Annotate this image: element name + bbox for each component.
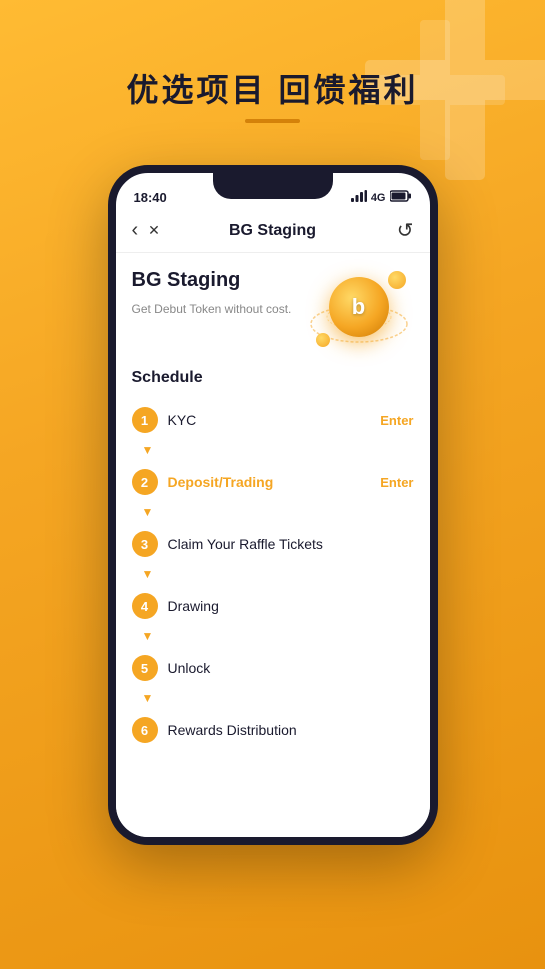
connector-1: ▼	[132, 441, 414, 459]
step-label-4: Drawing	[168, 598, 219, 614]
arrow-down-icon-4: ▼	[142, 629, 154, 643]
hero-left: BG Staging Get Debut Token without cost.	[132, 269, 304, 318]
battery-icon	[390, 190, 412, 205]
arrow-down-icon-5: ▼	[142, 691, 154, 705]
coin-main: b	[329, 277, 389, 337]
status-right-icons: 4G	[351, 190, 412, 205]
content-area: BG Staging Get Debut Token without cost.	[116, 253, 430, 837]
step-enter-1[interactable]: Enter	[380, 413, 413, 428]
schedule-list: 1 KYC Enter ▼ 2 Deposit/Trading Enter ▼ 3 Claim Y…	[132, 399, 414, 751]
step-left-3: 3 Claim Your Raffle Tickets	[132, 531, 323, 557]
schedule-row-1[interactable]: 1 KYC Enter	[132, 399, 414, 441]
arrow-down-icon-2: ▼	[142, 505, 154, 519]
step-number-6: 6	[132, 717, 158, 743]
hero-subtitle: Get Debut Token without cost.	[132, 300, 292, 318]
arrow-down-icon-1: ▼	[142, 443, 154, 457]
phone-mockup: 18:40 4G	[108, 165, 438, 845]
hero-title: BG Staging	[132, 269, 304, 292]
step-number-2: 2	[132, 469, 158, 495]
schedule-row-3: 3 Claim Your Raffle Tickets	[132, 523, 414, 565]
step-left-2: 2 Deposit/Trading	[132, 469, 274, 495]
coin-small-2	[316, 333, 330, 347]
connector-3: ▼	[132, 565, 414, 583]
step-label-2: Deposit/Trading	[168, 474, 274, 490]
hero-section: BG Staging Get Debut Token without cost.	[132, 269, 414, 359]
schedule-row-6: 6 Rewards Distribution	[132, 709, 414, 751]
schedule-item: 3 Claim Your Raffle Tickets ▼	[132, 523, 414, 583]
step-number-5: 5	[132, 655, 158, 681]
schedule-item: 5 Unlock ▼	[132, 647, 414, 707]
step-enter-2[interactable]: Enter	[380, 475, 413, 490]
phone-screen: 18:40 4G	[108, 165, 438, 845]
step-number-3: 3	[132, 531, 158, 557]
phone-notch	[213, 173, 333, 199]
step-left-6: 6 Rewards Distribution	[132, 717, 297, 743]
connector-4: ▼	[132, 627, 414, 645]
top-heading-wrapper: 优选项目 回馈福利	[0, 65, 545, 123]
network-label: 4G	[371, 192, 386, 204]
connector-2: ▼	[132, 503, 414, 521]
nav-bar: ‹ ✕ BG Staging ↺	[116, 209, 430, 253]
step-left-4: 4 Drawing	[132, 593, 219, 619]
status-time: 18:40	[134, 190, 167, 205]
arrow-down-icon-3: ▼	[142, 567, 154, 581]
back-button[interactable]: ‹	[132, 219, 139, 242]
connector-5: ▼	[132, 689, 414, 707]
schedule-item[interactable]: 2 Deposit/Trading Enter ▼	[132, 461, 414, 521]
close-button[interactable]: ✕	[148, 222, 160, 239]
step-left-1: 1 KYC	[132, 407, 197, 433]
heading-underline	[245, 119, 300, 123]
hero-image: b	[304, 269, 414, 359]
step-label-3: Claim Your Raffle Tickets	[168, 536, 323, 552]
schedule-item: 6 Rewards Distribution	[132, 709, 414, 751]
step-label-1: KYC	[168, 412, 197, 428]
step-label-5: Unlock	[168, 660, 211, 676]
schedule-row-5: 5 Unlock	[132, 647, 414, 689]
step-label-6: Rewards Distribution	[168, 722, 297, 738]
schedule-title: Schedule	[132, 369, 414, 387]
step-left-5: 5 Unlock	[132, 655, 211, 681]
schedule-item: 4 Drawing ▼	[132, 585, 414, 645]
schedule-item[interactable]: 1 KYC Enter ▼	[132, 399, 414, 459]
refresh-button[interactable]: ↺	[397, 218, 414, 243]
schedule-row-2[interactable]: 2 Deposit/Trading Enter	[132, 461, 414, 503]
signal-icon	[351, 190, 367, 205]
step-number-4: 4	[132, 593, 158, 619]
step-number-1: 1	[132, 407, 158, 433]
schedule-row-4: 4 Drawing	[132, 585, 414, 627]
coin-small-1	[388, 271, 406, 289]
nav-title: BG Staging	[229, 222, 316, 240]
nav-left-controls[interactable]: ‹ ✕	[132, 219, 160, 242]
top-heading: 优选项目 回馈福利	[0, 65, 545, 111]
schedule-section: Schedule 1 KYC Enter ▼ 2 Deposit/Trading Enter…	[132, 369, 414, 751]
